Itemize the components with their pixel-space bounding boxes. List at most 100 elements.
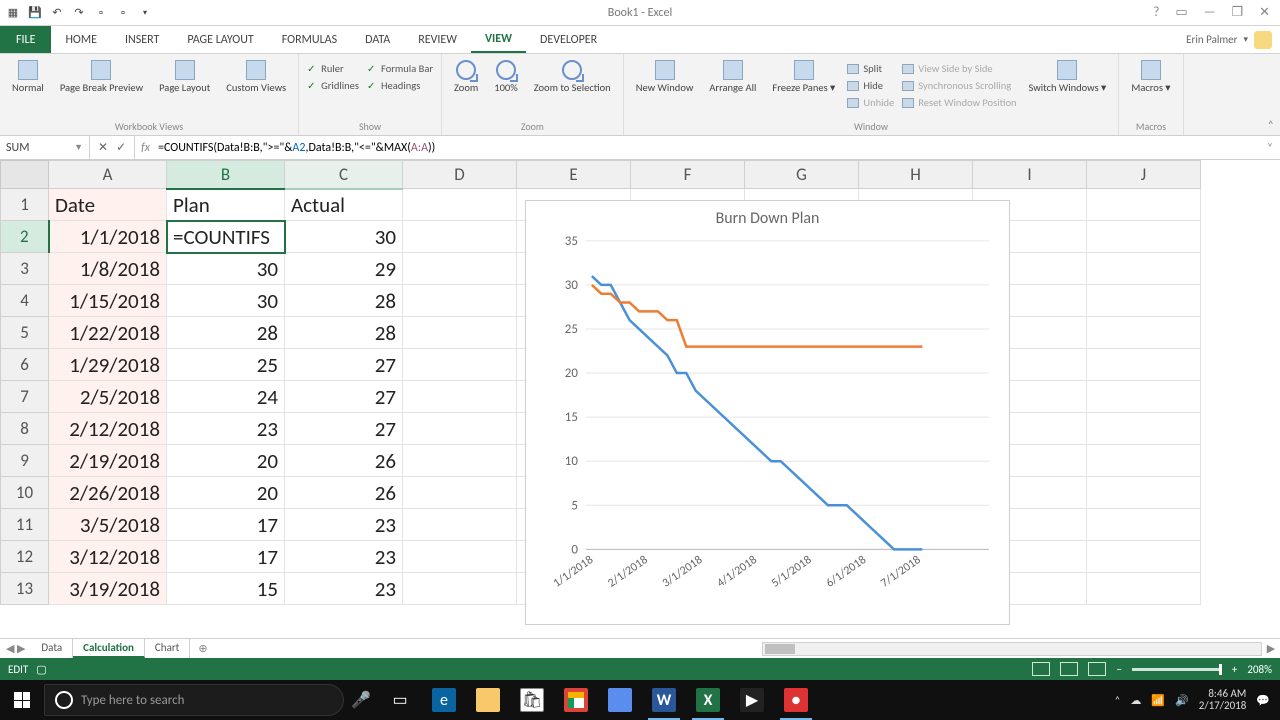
page-layout-view-icon[interactable] (1060, 662, 1078, 676)
reset-window-position-button[interactable]: Reset Window Position (902, 96, 1016, 109)
tab-formulas[interactable]: FORMULAS (268, 26, 351, 53)
select-all-corner[interactable] (1, 161, 49, 189)
cell-B4[interactable]: 30 (167, 285, 285, 317)
cell-B10[interactable]: 20 (167, 477, 285, 509)
column-header-A[interactable]: A (49, 161, 167, 189)
cell-B6[interactable]: 25 (167, 349, 285, 381)
cell-C3[interactable]: 29 (285, 253, 403, 285)
save-icon[interactable]: 💾 (28, 6, 42, 20)
zoom-slider[interactable] (1132, 668, 1222, 671)
formula-bar[interactable]: fx =COUNTIFS(Data!B:B,">="&A2,Data!B:B,"… (135, 136, 1260, 159)
cell-D1[interactable] (403, 189, 517, 221)
cell-D4[interactable] (403, 285, 517, 317)
cell-A12[interactable]: 3/12/2018 (49, 541, 167, 573)
sheet-nav-buttons[interactable]: ◀ ▶ (0, 642, 31, 655)
row-header-12[interactable]: 12 (1, 541, 49, 573)
system-tray[interactable]: ˄ ☁ 📶 🔊 8:46 AM 2/17/2018 💬 (1114, 688, 1280, 712)
cell-J6[interactable] (1087, 349, 1201, 381)
close-icon[interactable]: ✕ (1259, 5, 1270, 20)
column-header-B[interactable]: B (167, 161, 285, 189)
cell-D2[interactable] (403, 221, 517, 253)
redo-icon[interactable]: ↷ (72, 6, 86, 20)
cell-C6[interactable]: 27 (285, 349, 403, 381)
row-header-10[interactable]: 10 (1, 477, 49, 509)
page-break-view-icon[interactable] (1088, 662, 1106, 676)
cell-D5[interactable] (403, 317, 517, 349)
tab-home[interactable]: HOME (51, 26, 111, 53)
cell-B3[interactable]: 30 (167, 253, 285, 285)
tab-review[interactable]: REVIEW (404, 26, 471, 53)
zoom-level[interactable]: 208% (1247, 663, 1272, 676)
cell-A9[interactable]: 2/19/2018 (49, 445, 167, 477)
sheet-tab-chart[interactable]: Chart (145, 639, 190, 658)
restore-icon[interactable]: ❐ (1231, 5, 1243, 20)
freeze-panes-button[interactable]: Freeze Panes ▾ (768, 58, 839, 96)
cell-B1[interactable]: Plan (167, 189, 285, 221)
undo-icon[interactable]: ↶ (50, 6, 64, 20)
cell-A5[interactable]: 1/22/2018 (49, 317, 167, 349)
column-header-E[interactable]: E (517, 161, 631, 189)
name-box[interactable]: SUM ▼ (0, 136, 90, 159)
horizontal-scrollbar[interactable] (762, 642, 1262, 656)
taskbar-file-explorer[interactable] (466, 680, 510, 720)
cell-J7[interactable] (1087, 381, 1201, 413)
taskbar-recorder[interactable]: ● (774, 680, 818, 720)
row-header-8[interactable]: 8 (1, 413, 49, 445)
cell-D3[interactable] (403, 253, 517, 285)
page-layout-button[interactable]: Page Layout (155, 58, 214, 96)
cell-B9[interactable]: 20 (167, 445, 285, 477)
cell-B8[interactable]: 23 (167, 413, 285, 445)
cell-D10[interactable] (403, 477, 517, 509)
cell-A13[interactable]: 3/19/2018 (49, 573, 167, 605)
taskbar-chrome[interactable] (554, 680, 598, 720)
cell-C4[interactable]: 28 (285, 285, 403, 317)
taskbar-app[interactable] (598, 680, 642, 720)
cell-J9[interactable] (1087, 445, 1201, 477)
tray-chevron-icon[interactable]: ˄ (1114, 694, 1120, 707)
embedded-chart[interactable]: Burn Down Plan051015202530351/1/20182/1/… (525, 200, 1010, 625)
column-header-G[interactable]: G (745, 161, 859, 189)
formula-bar-checkbox[interactable]: Formula Bar (367, 62, 433, 75)
ribbon-display-icon[interactable]: ▭ (1175, 5, 1187, 20)
zoom-to-selection-button[interactable]: Zoom to Selection (530, 58, 615, 96)
cell-D8[interactable] (403, 413, 517, 445)
cell-C1[interactable]: Actual (285, 189, 403, 221)
cell-C2[interactable]: 30 (285, 221, 403, 253)
cell-J8[interactable] (1087, 413, 1201, 445)
cell-J5[interactable] (1087, 317, 1201, 349)
cancel-formula-icon[interactable]: ✕ (98, 140, 108, 155)
zoom-out-icon[interactable]: − (1116, 663, 1121, 676)
cell-C8[interactable]: 27 (285, 413, 403, 445)
hide-button[interactable]: Hide (847, 79, 894, 92)
row-header-13[interactable]: 13 (1, 573, 49, 605)
tray-volume-icon[interactable]: 🔊 (1175, 694, 1189, 707)
cell-B7[interactable]: 24 (167, 381, 285, 413)
column-header-H[interactable]: H (859, 161, 973, 189)
qat-more-icon[interactable]: ▾ (138, 6, 152, 20)
switch-windows-button[interactable]: Switch Windows ▾ (1025, 58, 1111, 96)
macros-button[interactable]: Macros ▾ (1127, 58, 1174, 96)
chevron-down-icon[interactable]: ▼ (74, 142, 83, 153)
arrange-all-button[interactable]: Arrange All (705, 58, 760, 96)
cell-J3[interactable] (1087, 253, 1201, 285)
cell-J2[interactable] (1087, 221, 1201, 253)
cell-D7[interactable] (403, 381, 517, 413)
cell-C10[interactable]: 26 (285, 477, 403, 509)
sheet-tab-data[interactable]: Data (31, 639, 73, 658)
cell-D9[interactable] (403, 445, 517, 477)
synchronous-scrolling-button[interactable]: Synchronous Scrolling (902, 79, 1016, 92)
cell-A4[interactable]: 1/15/2018 (49, 285, 167, 317)
view-side-by-side-button[interactable]: View Side by Side (902, 62, 1016, 75)
qat-icon[interactable]: ▫ (94, 6, 108, 20)
ruler-checkbox[interactable]: Ruler (307, 62, 359, 75)
row-header-7[interactable]: 7 (1, 381, 49, 413)
tray-clock[interactable]: 8:46 AM 2/17/2018 (1199, 688, 1247, 712)
cell-A11[interactable]: 3/5/2018 (49, 509, 167, 541)
gridlines-checkbox[interactable]: Gridlines (307, 79, 359, 92)
cell-C13[interactable]: 23 (285, 573, 403, 605)
headings-checkbox[interactable]: Headings (367, 79, 433, 92)
cell-J12[interactable] (1087, 541, 1201, 573)
cell-C9[interactable]: 26 (285, 445, 403, 477)
column-header-F[interactable]: F (631, 161, 745, 189)
tray-network-icon[interactable]: 📶 (1151, 694, 1165, 707)
